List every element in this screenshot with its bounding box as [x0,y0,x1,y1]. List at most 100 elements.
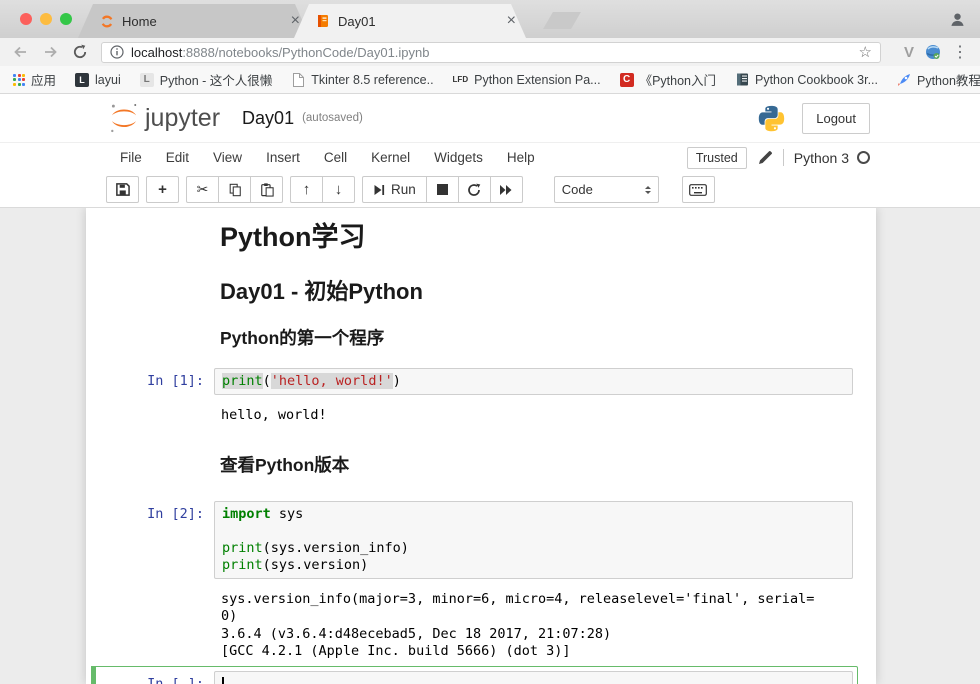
bookmark-layui[interactable]: L layui [75,73,121,87]
logout-button[interactable]: Logout [802,103,870,134]
input-prompt: In [2]: [96,501,214,579]
browser-menu-icon[interactable]: ⋮ [952,42,968,62]
page-info-icon[interactable] [110,45,124,59]
bookmark-label: Tkinter 8.5 reference.. [311,73,433,87]
jupyter-logo-icon[interactable] [106,100,142,136]
code-token-print: print [222,373,263,389]
interrupt-kernel-button[interactable] [426,176,459,203]
python-logo-icon [757,104,786,133]
v-extension-icon[interactable]: V [904,44,914,61]
notebook-scroll-area[interactable]: Python学习 Day01 - 初始Python Python的第一个程序 I… [0,208,980,684]
tab-day01[interactable]: Day01 × [294,4,526,38]
output-line: sys.version_info(major=3, minor=6, micro… [221,591,858,609]
layui-icon: L [75,73,89,87]
jupyter-logo-text[interactable]: jupyter [145,104,220,133]
bookmark-label: Python教程 [917,70,980,89]
bookmark-label: Python Cookbook 3r... [755,73,878,87]
paste-cell-button[interactable] [250,176,283,203]
restart-run-all-button[interactable] [490,176,523,203]
step-forward-icon [373,184,385,196]
menu-kernel[interactable]: Kernel [359,150,422,165]
cell-type-value: Code [562,182,593,197]
restart-kernel-button[interactable] [458,176,491,203]
move-cell-down-button[interactable]: ↓ [322,176,355,203]
traffic-lights [20,13,72,25]
bookmark-python-cookbook[interactable]: Python Cookbook 3r... [735,73,878,87]
menu-file[interactable]: File [108,150,154,165]
notebook-title[interactable]: Day01 [242,108,294,129]
command-palette-button[interactable] [682,176,715,203]
notebook-favicon [316,14,330,28]
code-token-print: print [222,557,263,573]
markdown-cell-day01[interactable]: Day01 - 初始Python [220,279,858,304]
markdown-cell-check-version[interactable]: 查看Python版本 [220,455,858,475]
code-input-3[interactable] [214,671,853,684]
forward-icon[interactable] [42,44,59,60]
close-window-button[interactable] [20,13,32,25]
text-cursor [222,677,224,684]
bookmark-apps[interactable]: 应用 [13,70,56,89]
fast-forward-icon [499,184,513,196]
bookmark-tkinter[interactable]: Tkinter 8.5 reference.. [291,73,433,87]
keyboard-icon [689,184,707,196]
page-icon [291,73,305,87]
output-line: 0) [221,608,858,626]
restart-icon [467,183,481,197]
kernel-name: Python 3 [794,150,849,166]
bookmark-python-tutorial[interactable]: Python教程 [897,70,980,89]
bookmark-star-icon[interactable]: ☆ [859,43,872,61]
stop-icon [437,184,448,195]
code-token: (sys.version_info) [263,540,409,556]
bookmark-python-intro[interactable]: C 《Python入门 [620,70,716,89]
menu-edit[interactable]: Edit [154,150,201,165]
input-prompt: In [ ]: [96,671,214,684]
jupyter-favicon [100,14,114,28]
output-line: [GCC 4.2.1 (Apple Inc. build 5666) (dot … [221,643,858,661]
kernel-idle-indicator-icon [857,151,870,164]
markdown-cell-title[interactable]: Python学习 [220,222,858,253]
cell-type-select[interactable]: Code [554,176,659,203]
globe-extension-icon[interactable] [925,44,941,60]
copy-cell-button[interactable] [218,176,251,203]
menu-view[interactable]: View [201,150,254,165]
bookmark-python-extension[interactable]: LFD Python Extension Pa... [453,73,601,87]
select-arrows-icon [645,183,651,197]
bookmark-python-blog[interactable]: L Python - 这个人很懒 [140,70,273,89]
cut-cell-button[interactable]: ✂ [186,176,219,203]
input-prompt: In [1]: [96,368,214,395]
markdown-cell-first-program[interactable]: Python的第一个程序 [220,328,858,348]
csdn-icon: C [620,73,634,87]
reload-icon[interactable] [72,44,88,60]
code-cell-1: In [1]: print('hello, world!') [91,363,858,400]
tab-strip: Home × Day01 × [0,0,980,38]
address-bar: localhost:8888/notebooks/PythonCode/Day0… [0,38,980,66]
menu-help[interactable]: Help [495,150,547,165]
profile-icon[interactable] [949,11,966,28]
code-input-2[interactable]: import sys print(sys.version_info) print… [214,501,853,579]
menu-cell[interactable]: Cell [312,150,359,165]
code-token-import: import [222,506,271,522]
url-path: :8888/notebooks/PythonCode/Day01.ipynb [182,45,429,60]
close-tab-icon[interactable]: × [291,13,300,29]
tab-home[interactable]: Home × [78,4,310,38]
run-cell-button[interactable]: Run [362,176,427,203]
trusted-badge[interactable]: Trusted [687,147,747,169]
move-cell-up-button[interactable]: ↑ [290,176,323,203]
notebook-toolbar: + ✂ ↑ ↓ Run [0,172,980,208]
menu-widgets[interactable]: Widgets [422,150,495,165]
code-token-paren: ( [263,373,271,389]
back-icon[interactable] [12,44,29,60]
menu-insert[interactable]: Insert [254,150,312,165]
run-label: Run [391,182,416,197]
close-tab-icon[interactable]: × [507,13,516,29]
minimize-window-button[interactable] [40,13,52,25]
save-button[interactable] [106,176,139,203]
add-cell-button[interactable]: + [146,176,179,203]
url-box[interactable]: localhost:8888/notebooks/PythonCode/Day0… [101,42,881,63]
output-area-1: hello, world! [91,407,858,425]
new-tab-button[interactable] [543,12,581,29]
url-text: localhost:8888/notebooks/PythonCode/Day0… [131,45,430,60]
code-input-1[interactable]: print('hello, world!') [214,368,853,395]
output-area-2: sys.version_info(major=3, minor=6, micro… [91,591,858,661]
zoom-window-button[interactable] [60,13,72,25]
